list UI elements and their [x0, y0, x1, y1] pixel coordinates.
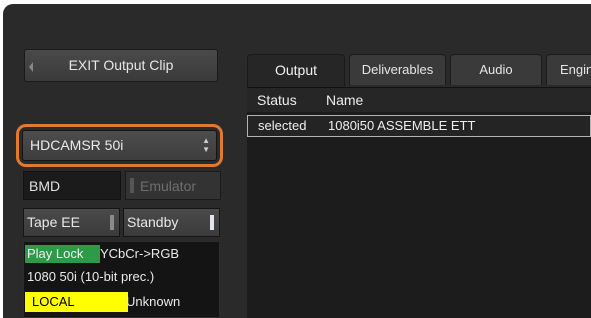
row-name-cell: 1080i50 ASSEMBLE ETT — [328, 118, 476, 133]
exit-output-clip-button[interactable]: EXIT Output Clip — [24, 49, 218, 82]
table-header: Status Name — [247, 88, 591, 112]
video-format-value: HDCAMSR 50i — [30, 137, 124, 153]
tab-deliverables[interactable]: Deliverables — [349, 54, 446, 85]
emulator-indicator-icon — [130, 178, 134, 193]
output-table: Status Name selected 1080i50 ASSEMBLE ET… — [247, 87, 591, 318]
column-header-name[interactable]: Name — [326, 88, 363, 112]
tape-ee-label: Tape EE — [27, 214, 80, 230]
color-conversion-status: YCbCr->RGB — [100, 246, 180, 261]
column-header-status[interactable]: Status — [257, 88, 297, 112]
row-status-cell: selected — [258, 118, 307, 133]
up-down-arrows-icon: ▲ ▼ — [202, 136, 210, 154]
video-format-select[interactable]: HDCAMSR 50i ▲ ▼ — [22, 130, 217, 161]
tape-ee-button[interactable]: Tape EE — [23, 208, 120, 237]
standby-indicator-icon — [210, 215, 214, 230]
play-lock-status: Play Lock — [25, 245, 100, 263]
device-label: BMD — [29, 178, 61, 194]
standby-button[interactable]: Standby — [123, 208, 220, 237]
device-status-panel: Play Lock YCbCr->RGB 1080 50i (10-bit pr… — [23, 241, 220, 318]
emulator-label: Emulator — [140, 178, 197, 194]
standby-label: Standby — [127, 214, 179, 230]
emulator-button[interactable]: Emulator — [125, 171, 221, 200]
tab-output[interactable]: Output — [247, 54, 345, 87]
tab-audio[interactable]: Audio — [450, 54, 542, 85]
app-window: EXIT Output Clip HDCAMSR 50i ▲ ▼ BMD Emul… — [3, 4, 591, 318]
exit-output-clip-label: EXIT Output Clip — [68, 57, 174, 73]
format-status: 1080 50i (10-bit prec.) — [27, 269, 155, 284]
button-notch-icon — [29, 62, 33, 72]
table-row[interactable]: selected 1080i50 ASSEMBLE ETT — [247, 115, 591, 137]
tab-engine[interactable]: Engin — [546, 54, 591, 85]
local-status-badge: LOCAL — [25, 292, 128, 312]
tape-ee-indicator-icon — [110, 215, 114, 230]
timecode-status: Unknown — [126, 294, 181, 309]
device-display: BMD — [23, 171, 121, 200]
